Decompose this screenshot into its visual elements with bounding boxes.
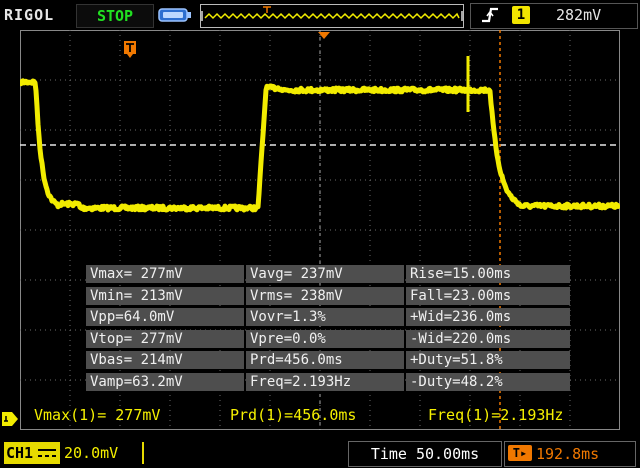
summary-vmax: Vmax(1)= 277mV xyxy=(34,406,161,424)
measurement-value: Vpp=64.0mV xyxy=(86,308,244,326)
dc-coupling-icon xyxy=(38,449,56,457)
waveform-overview-icon xyxy=(201,6,463,21)
measurement-row: Vamp=63.2mV Freq=2.193Hz -Duty=48.2% xyxy=(86,372,570,391)
measurement-value: Prd=456.0ms xyxy=(246,351,404,369)
ch1-vertical-scale: 20.0mV xyxy=(60,442,142,464)
measurement-value: Vrms= 238mV xyxy=(246,286,404,305)
trigger-source-badge: 1 xyxy=(512,6,530,24)
measurement-row: Vmax= 277mV Vavg= 237mV Rise=15.00ms xyxy=(86,265,570,283)
measurement-value: Vpre=0.0% xyxy=(246,329,404,348)
measurement-value: Vbas= 214mV xyxy=(86,351,244,369)
run-stop-button[interactable]: STOP xyxy=(76,4,154,28)
measurement-value: -Wid=220.0ms xyxy=(406,329,570,348)
trigger-offset-icon: T▸ xyxy=(508,445,532,461)
measurement-value: Vmax= 277mV xyxy=(86,265,244,283)
measurement-value: Fall=23.00ms xyxy=(406,286,570,305)
ch1-ground-marker[interactable] xyxy=(2,412,18,426)
measurement-value: Vmin= 213mV xyxy=(86,286,244,305)
trigger-level: 282mV xyxy=(556,6,602,24)
timebase-setting[interactable]: Time 50.00ms xyxy=(348,441,502,467)
memory-timeline[interactable] xyxy=(200,4,464,28)
measurement-value: Freq=2.193Hz xyxy=(246,372,404,391)
rising-edge-icon xyxy=(482,7,498,23)
horizontal-offset-value: 192.8ms xyxy=(536,445,600,463)
measurement-value: -Duty=48.2% xyxy=(406,372,570,391)
measurement-value: +Wid=236.0ms xyxy=(406,308,570,326)
summary-period: Prd(1)=456.0ms xyxy=(230,406,357,424)
measurement-row: Vmin= 213mV Vrms= 238mV Fall=23.00ms xyxy=(86,286,570,305)
measurement-value: Vamp=63.2mV xyxy=(86,372,244,391)
battery-icon xyxy=(158,8,191,22)
ch1-label: CH1 xyxy=(6,444,34,462)
brand-logo: RIGOL xyxy=(4,6,55,24)
measurement-row: Vtop= 277mV Vpre=0.0% -Wid=220.0ms xyxy=(86,329,570,348)
measurement-value: Vavg= 237mV xyxy=(246,265,404,283)
measurement-value: Vtop= 277mV xyxy=(86,329,244,348)
summary-frequency: Freq(1)=2.193Hz xyxy=(428,406,564,424)
measurement-panel: Vmax= 277mV Vavg= 237mV Rise=15.00ms Vmin= … xyxy=(86,265,570,395)
trigger-t-marker[interactable] xyxy=(124,41,136,58)
measurement-row: Vpp=64.0mV Vovr=1.3% +Wid=236.0ms xyxy=(86,308,570,326)
measurement-row: Vbas= 214mV Prd=456.0ms +Duty=51.8% xyxy=(86,351,570,369)
measurement-value: Vovr=1.3% xyxy=(246,308,404,326)
measurement-value: +Duty=51.8% xyxy=(406,351,570,369)
measurement-value: Rise=15.00ms xyxy=(406,265,570,283)
